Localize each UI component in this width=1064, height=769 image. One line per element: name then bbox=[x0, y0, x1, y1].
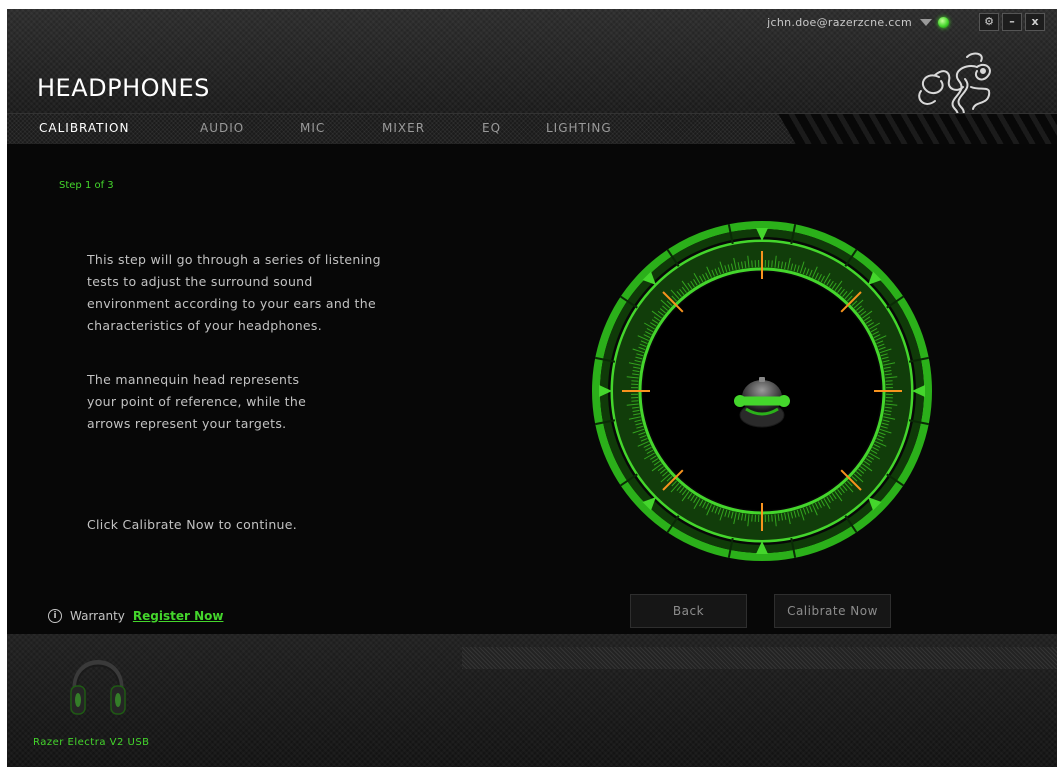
account-email: jchn.doe@razerzcne.ccm bbox=[767, 16, 912, 29]
tick-mark bbox=[885, 380, 893, 382]
tick-mark bbox=[885, 400, 893, 402]
headphones-icon bbox=[70, 660, 126, 715]
minimize-icon[interactable]: – bbox=[1002, 13, 1022, 31]
tab-mic[interactable]: MIC bbox=[300, 121, 325, 135]
window-controls: ⚙ – x bbox=[979, 13, 1045, 31]
back-button[interactable]: Back bbox=[630, 594, 747, 628]
step-indicator: Step 1 of 3 bbox=[59, 180, 114, 191]
tick-mark bbox=[751, 514, 753, 522]
app-window: jchn.doe@razerzcne.ccm ⚙ – x HEADPHONES bbox=[7, 9, 1057, 767]
account-menu[interactable]: jchn.doe@razerzcne.ccm bbox=[767, 16, 949, 29]
tab-bar-decoration bbox=[778, 114, 1057, 144]
chevron-down-icon[interactable] bbox=[920, 19, 932, 26]
tab-mixer[interactable]: MIXER bbox=[382, 121, 425, 135]
warranty-row: i Warranty Register Now bbox=[48, 609, 223, 623]
intro-paragraph: This step will go through a series of li… bbox=[87, 252, 381, 333]
tick-mark bbox=[771, 514, 773, 522]
tick-mark bbox=[771, 260, 773, 268]
gear-icon[interactable]: ⚙ bbox=[979, 13, 999, 31]
register-now-link[interactable]: Register Now bbox=[133, 609, 224, 623]
footer-band bbox=[462, 647, 1057, 669]
tab-bar: CALIBRATION AUDIO MIC MIXER EQ LIGHTING bbox=[7, 113, 1057, 144]
warranty-label: Warranty bbox=[70, 609, 125, 623]
footer: Razer Electra V2 USB bbox=[7, 634, 1057, 767]
tab-audio[interactable]: AUDIO bbox=[200, 121, 244, 135]
tick-mark bbox=[751, 260, 753, 268]
reference-paragraph: The mannequin head represents your point… bbox=[87, 372, 307, 431]
status-dot-icon bbox=[938, 17, 949, 28]
device-name: Razer Electra V2 USB bbox=[33, 737, 150, 748]
tab-lighting[interactable]: LIGHTING bbox=[546, 121, 612, 135]
close-icon[interactable]: x bbox=[1025, 13, 1045, 31]
surround-dial bbox=[592, 221, 932, 561]
calibrate-now-button[interactable]: Calibrate Now bbox=[774, 594, 891, 628]
instruction-paragraph: Click Calibrate Now to continue. bbox=[87, 517, 298, 532]
tab-eq[interactable]: EQ bbox=[482, 121, 501, 135]
info-icon: i bbox=[48, 609, 62, 623]
tick-mark bbox=[631, 380, 639, 382]
tab-calibration[interactable]: CALIBRATION bbox=[39, 121, 129, 135]
tick-mark bbox=[631, 400, 639, 402]
page-title: HEADPHONES bbox=[37, 74, 210, 102]
